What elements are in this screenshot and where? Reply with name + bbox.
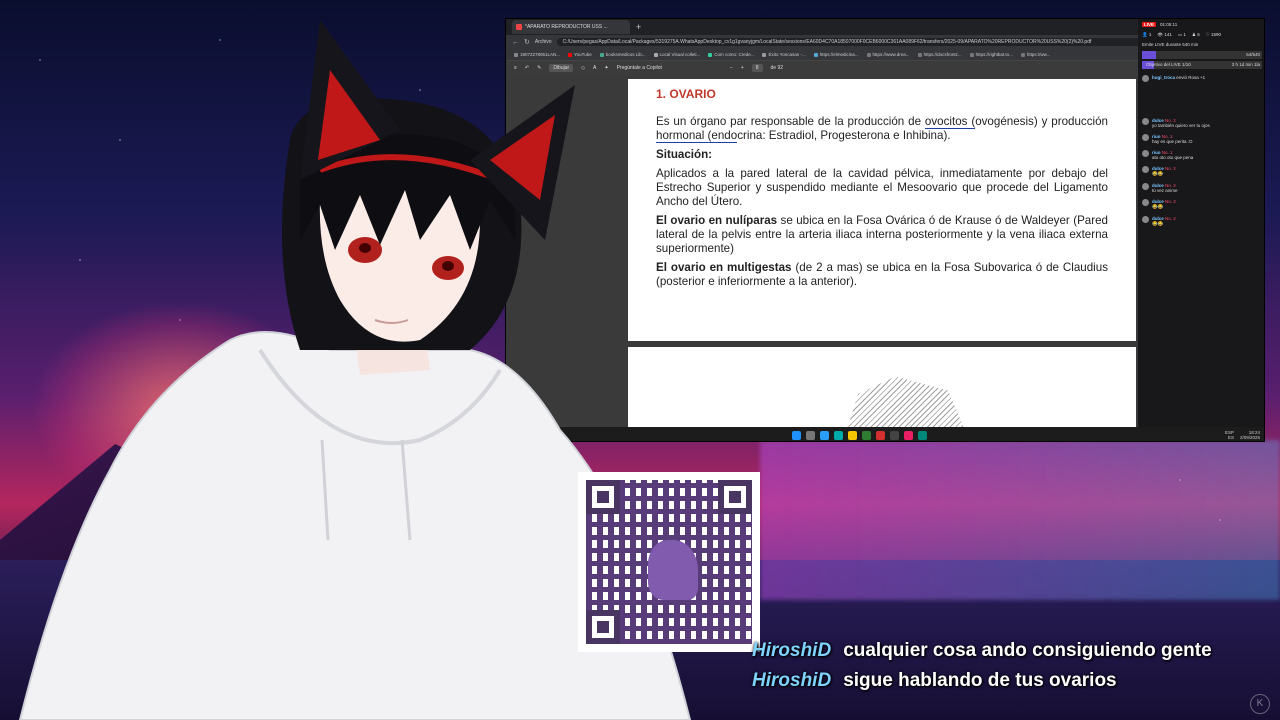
avatar xyxy=(1142,134,1149,141)
edge-icon[interactable] xyxy=(820,430,829,440)
avatar xyxy=(1142,150,1149,157)
live-badge: LIVE xyxy=(1142,22,1157,27)
overlay-text: cualquier cosa ando consiguiendo gente xyxy=(843,640,1212,661)
bookmark-icon xyxy=(762,52,767,57)
watermark-logo: K xyxy=(1250,694,1270,714)
stat-4: ♟ 6 xyxy=(1191,32,1200,37)
qr-pattern xyxy=(586,480,752,644)
avatar xyxy=(1142,216,1149,223)
bookmark-icon xyxy=(917,52,922,57)
overlay-message: HiroshiD cualquier cosa ando consiguiend… xyxy=(752,640,1272,662)
aurora-glow xyxy=(760,440,1280,600)
bookmark-item[interactable]: Com como: Crede... xyxy=(708,52,754,57)
likes-count: 👁 141 xyxy=(1157,32,1172,37)
chat-gap xyxy=(1142,88,1262,118)
bookmark-item[interactable]: https://elmedicina... xyxy=(813,52,859,57)
pdf-page-2 xyxy=(628,347,1136,441)
zoom-out-button[interactable]: − xyxy=(730,65,733,71)
qr-finder xyxy=(586,610,620,644)
overlay-message: HiroshiD sigue hablando de tus ovarios xyxy=(752,670,1272,692)
qr-finder xyxy=(586,480,620,514)
stream-chat-overlay: HiroshiD cualquier cosa ando consiguiend… xyxy=(752,640,1272,700)
qr-logo xyxy=(648,540,698,600)
browser-icon[interactable] xyxy=(834,430,843,440)
live-stats: 👤 1 👁 141 ▭ 1 ♟ 6 ♡ 1590 xyxy=(1138,30,1264,40)
subheading-situacion: Situación: xyxy=(656,148,713,161)
search-icon[interactable] xyxy=(806,430,815,440)
avatar xyxy=(1142,199,1149,206)
page-number-input[interactable]: 8 xyxy=(751,64,763,72)
overlay-text: sigue hablando de tus ovarios xyxy=(843,670,1117,691)
bookmark-item[interactable]: https://www.drea... xyxy=(866,52,910,57)
page-total: de 92 xyxy=(770,65,784,71)
qr-code[interactable] xyxy=(578,472,760,652)
pdf-page: 1. OVARIO Es un órgano par responsable d… xyxy=(628,79,1136,341)
clock[interactable]: 18:24 2/09/2025 xyxy=(1240,430,1260,440)
live-duration-text: Emite LIVE durante 540 min xyxy=(1142,42,1199,47)
live-timer: 01:05:11 xyxy=(1160,22,1178,27)
system-tray: ESP ES 18:24 2/09/2025 xyxy=(1225,430,1260,440)
bookmark-item[interactable]: https://rightbat.to... xyxy=(969,52,1013,57)
stat-3: ▭ 1 xyxy=(1177,32,1186,37)
live-header: LIVE 01:05:11 xyxy=(1138,19,1264,30)
section-heading: 1. OVARIO xyxy=(656,87,716,101)
goal-bar: Objetivo del LIVE 1/10 3 h 1d min 1la xyxy=(1142,61,1262,69)
live-duration-fill xyxy=(1142,51,1157,59)
obs-icon[interactable] xyxy=(890,430,899,440)
overlay-username: HiroshiD xyxy=(752,670,832,691)
hearts-count: ♡ 1590 xyxy=(1205,32,1222,37)
chat-message: dulce No. 2 tú vez anime xyxy=(1142,183,1262,193)
bookmark-icon xyxy=(708,52,713,57)
avatar xyxy=(1142,75,1149,82)
paragraph-multigestas: El ovario en multigestas (de 2 a mas) se… xyxy=(656,261,1109,288)
paragraph-definition: Es un órgano par responsable de la produ… xyxy=(656,115,1108,143)
live-duration-bar: 64/540 xyxy=(1142,51,1262,59)
paragraph-situacion: Aplicados a la pared lateral de la cavid… xyxy=(656,167,1108,208)
chat-message: dulce No. 2 😂😂 xyxy=(1142,216,1262,227)
overlay-username: HiroshiD xyxy=(752,640,832,661)
avatar xyxy=(1142,118,1149,125)
qr-finder xyxy=(718,480,752,514)
chat-message: dulce No. 2 yo también quiero ver tu ojos xyxy=(1142,118,1262,128)
taskbar-icons xyxy=(792,430,927,440)
app-icon[interactable] xyxy=(876,430,885,440)
bookmark-icon xyxy=(969,52,974,57)
bookmark-item[interactable]: Éxito Yoncasan -... xyxy=(762,52,806,57)
right-pupil xyxy=(442,261,454,271)
language-indicator[interactable]: ESP ES xyxy=(1225,430,1234,440)
zoom-in-button[interactable]: + xyxy=(741,65,744,71)
live-chat-panel: LIVE 01:05:11 👤 1 👁 141 ▭ 1 ♟ 6 ♡ 1590 E… xyxy=(1138,19,1264,427)
viewers-count: 👤 1 xyxy=(1142,32,1152,37)
chat-messages: hugi_troca envió Rosa +1 dulce No. 2 yo t… xyxy=(1138,71,1264,237)
chat-message: dulce No. 2 😂😂 xyxy=(1142,166,1262,177)
chat-message: riuo No. 1 ato oto oto que pena xyxy=(1142,150,1262,160)
vtube-icon[interactable] xyxy=(918,430,927,440)
bookmark-item[interactable]: https://ww... xyxy=(1020,52,1050,57)
live-duration-count: 64/540 xyxy=(1246,52,1260,57)
paragraph-nuliparas: El ovario en nulíparas se ubica en la Fo… xyxy=(656,214,1109,255)
app-icon[interactable] xyxy=(862,430,871,440)
folder-icon[interactable] xyxy=(848,430,857,440)
avatar xyxy=(1142,183,1149,190)
bookmark-icon xyxy=(813,52,818,57)
goal-time: 3 h 1d min 1la xyxy=(1231,62,1260,67)
chat-message: dulce No. 2 😂😂 xyxy=(1142,199,1262,210)
avatar xyxy=(1142,166,1149,173)
left-pupil xyxy=(359,243,371,253)
tiktok-icon[interactable] xyxy=(904,430,913,440)
bookmark-item[interactable]: https://docsfrontz... xyxy=(917,52,962,57)
start-icon[interactable] xyxy=(792,430,801,440)
chat-message: riuo No. 1 hay es que perita :O xyxy=(1142,134,1262,144)
bookmark-icon xyxy=(866,52,871,57)
bookmark-icon xyxy=(1020,52,1025,57)
goal-label: Objetivo del LIVE 1/10 xyxy=(1146,62,1191,67)
chat-message: hugi_troca envió Rosa +1 xyxy=(1142,75,1262,82)
